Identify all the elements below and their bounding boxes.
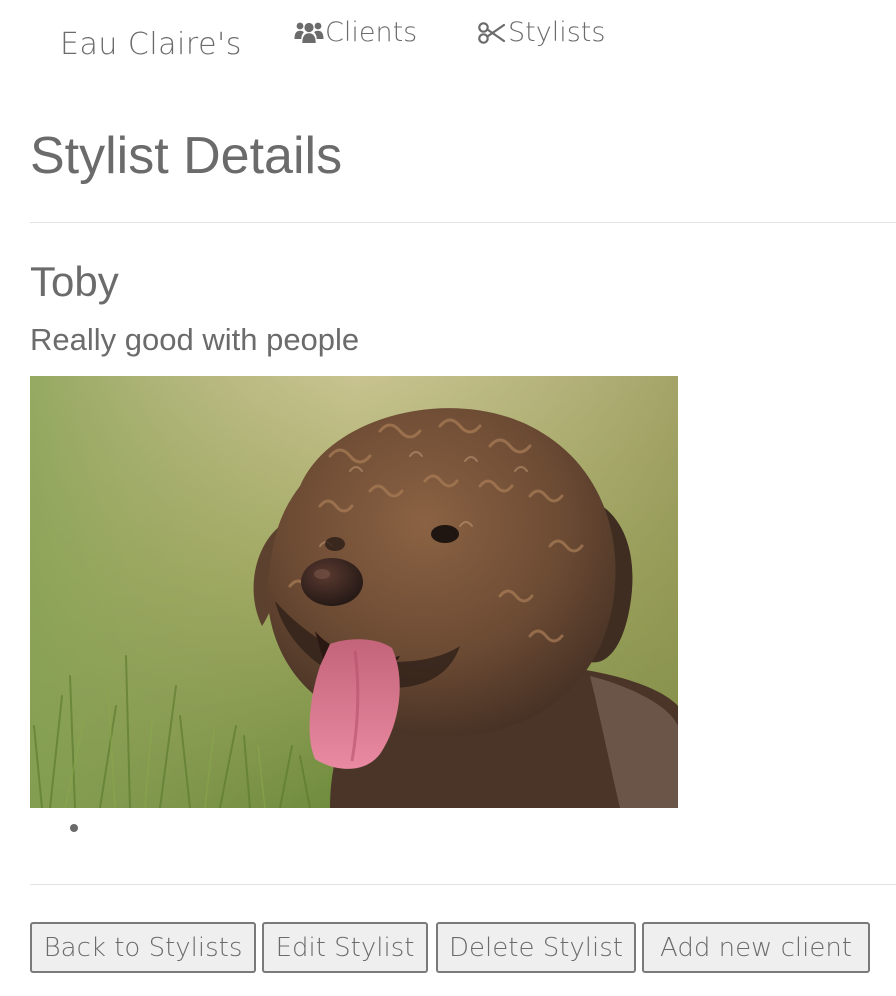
top-navbar: Eau Claire's Clients Stylists xyxy=(0,0,896,80)
back-to-stylists-button[interactable]: Back to Stylists xyxy=(30,922,256,973)
nav-link-clients[interactable]: Clients xyxy=(294,17,417,48)
edit-stylist-button[interactable]: Edit Stylist xyxy=(262,922,428,973)
stylist-photo xyxy=(30,376,678,808)
client-list xyxy=(70,824,78,832)
stylist-description: Really good with people xyxy=(30,322,360,357)
brand-link[interactable]: Eau Claire's xyxy=(60,27,242,62)
nav-link-stylists[interactable]: Stylists xyxy=(477,17,605,48)
nav-link-label: Stylists xyxy=(508,17,606,48)
stylist-name: Toby xyxy=(30,258,119,305)
page-title: Stylist Details xyxy=(30,127,343,185)
delete-stylist-button[interactable]: Delete Stylist xyxy=(436,922,636,973)
scissors-icon xyxy=(477,18,507,48)
nav-link-label: Clients xyxy=(325,17,418,48)
divider xyxy=(30,884,896,885)
add-new-client-button[interactable]: Add new client xyxy=(642,922,870,973)
divider xyxy=(30,222,896,223)
list-item xyxy=(70,824,78,832)
users-icon xyxy=(294,18,324,48)
